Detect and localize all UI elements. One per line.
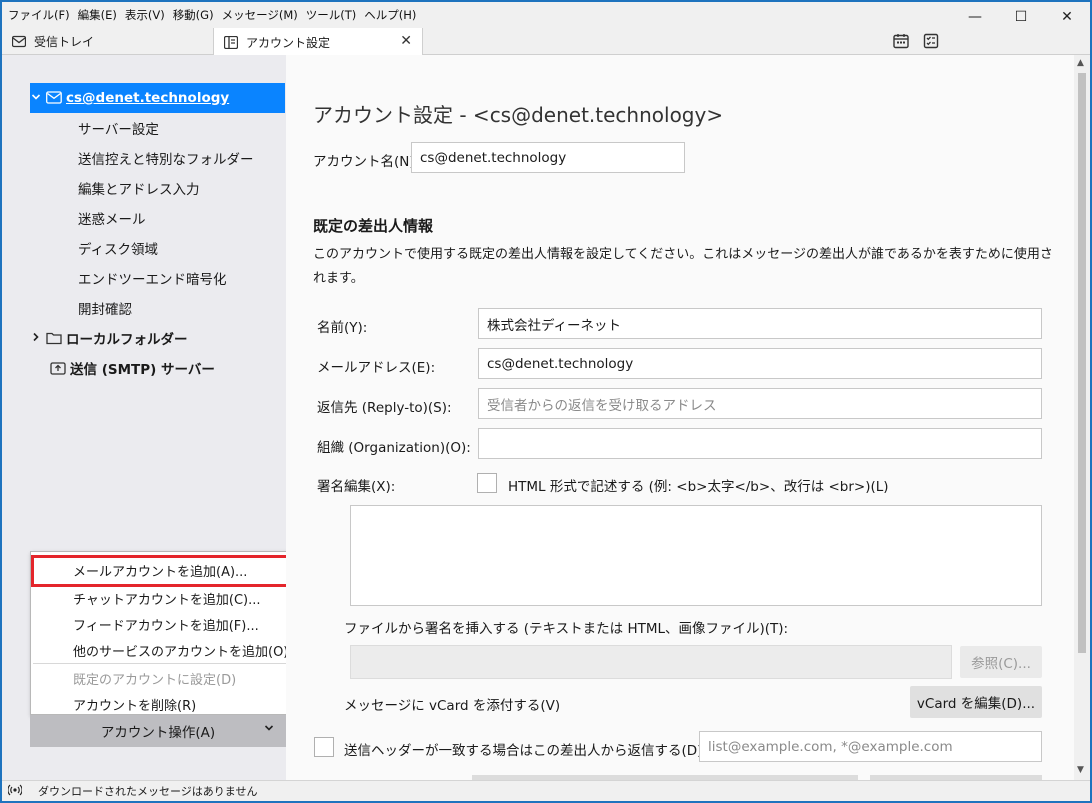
browse-button: 参照(C)...: [960, 646, 1042, 678]
signature-textarea[interactable]: [350, 505, 1042, 606]
signature-label: 署名編集(X):: [317, 479, 396, 495]
envelope-icon: [11, 35, 27, 48]
organization-label: 組織 (Organization)(O):: [317, 440, 471, 456]
replyto-label: 返信先 (Reply-to)(S):: [317, 400, 452, 416]
account-name-field[interactable]: cs@denet.technology: [411, 142, 685, 173]
edit-vcard-button[interactable]: vCard を編集(D)...: [910, 686, 1042, 718]
account-node-local-folders[interactable]: ローカルフォルダー: [30, 323, 188, 353]
page-title: アカウント設定 - <cs@denet.technology>: [313, 103, 724, 127]
scroll-down-icon[interactable]: ▼: [1077, 765, 1084, 775]
menu-file[interactable]: ファイル(F): [2, 7, 74, 23]
html-signature-checkbox[interactable]: [477, 473, 497, 493]
menu-message[interactable]: メッセージ(M): [218, 7, 302, 23]
vcard-label: メッセージに vCard を添付する(V): [344, 698, 561, 714]
chevron-down-icon[interactable]: [30, 92, 42, 105]
sidebar-item-copies-folders[interactable]: 送信控えと特別なフォルダー: [78, 143, 254, 173]
account-node-cs[interactable]: cs@denet.technology: [30, 83, 285, 113]
identity-description: このアカウントで使用する既定の差出人情報を設定してください。これはメッセージの差…: [313, 247, 1053, 286]
calendar-icon[interactable]: [892, 32, 910, 50]
sidebar-item-junk[interactable]: 迷惑メール: [78, 203, 146, 233]
settings-page-icon: [223, 35, 239, 49]
account-email-label: cs@denet.technology: [66, 90, 230, 106]
tab-bar-tools: [892, 32, 940, 50]
menu-bar: ファイル(F) 編集(E) 表示(V) 移動(G) メッセージ(M) ツール(T…: [2, 2, 1090, 28]
main-scrollbar[interactable]: ▲ ▼: [1074, 55, 1090, 780]
tasks-icon[interactable]: [922, 32, 940, 50]
envelope-icon: [46, 91, 62, 105]
reply-from-header-checkbox[interactable]: [314, 737, 334, 757]
sidebar-item-return-receipts[interactable]: 開封確認: [78, 293, 132, 323]
name-label: 名前(Y):: [317, 320, 368, 336]
menu-view[interactable]: 表示(V): [121, 7, 169, 23]
smtp-label: 送信 (SMTP) サーバー: [70, 362, 215, 378]
reply-from-header-field[interactable]: list@example.com, *@example.com: [699, 731, 1042, 762]
replyto-field[interactable]: 受信者からの返信を受け取るアドレス: [478, 388, 1042, 419]
tab-inbox-label: 受信トレイ: [34, 35, 95, 49]
menu-tools[interactable]: ツール(T): [302, 7, 361, 23]
tab-bar: 受信トレイ アカウント設定 ✕: [2, 28, 1090, 56]
account-settings-pane: アカウント設定 - <cs@denet.technology> アカウント名(N…: [286, 55, 1074, 780]
account-name-label: アカウント名(N):: [313, 154, 420, 170]
sidebar-item-e2e-encryption[interactable]: エンドツーエンド暗号化: [78, 263, 227, 293]
chevron-right-icon[interactable]: [30, 332, 42, 345]
tab-account-settings-label: アカウント設定: [246, 35, 331, 50]
tab-account-settings[interactable]: アカウント設定 ✕: [213, 28, 423, 56]
menu-edit[interactable]: 編集(E): [74, 7, 121, 23]
menu-help[interactable]: ヘルプ(H): [360, 7, 420, 23]
scroll-thumb[interactable]: [1078, 73, 1086, 653]
sidebar-item-disk-space[interactable]: ディスク領域: [78, 233, 158, 263]
sidebar-item-server-settings[interactable]: サーバー設定: [78, 113, 159, 143]
scroll-up-icon[interactable]: ▲: [1077, 58, 1084, 68]
account-node-smtp[interactable]: 送信 (SMTP) サーバー: [50, 353, 215, 383]
signature-file-label: ファイルから署名を挿入する (テキストまたは HTML、画像ファイル)(T):: [344, 621, 789, 637]
chevron-down-icon: [264, 723, 274, 736]
account-actions-button[interactable]: アカウント操作(A): [30, 715, 286, 747]
thunderbird-window: ファイル(F) 編集(E) 表示(V) 移動(G) メッセージ(M) ツール(T…: [2, 2, 1090, 801]
status-text: ダウンロードされたメッセージはありません: [38, 785, 258, 798]
reply-from-header-label: 送信ヘッダーが一致する場合はこの差出人から返信する(D):: [344, 743, 707, 759]
html-signature-label: HTML 形式で記述する (例: <b>太字</b>、改行は <br>)(L): [508, 479, 889, 495]
email-field[interactable]: cs@denet.technology: [478, 348, 1042, 379]
connection-icon: [7, 784, 23, 799]
account-actions-label: アカウント操作(A): [100, 725, 216, 741]
close-icon[interactable]: ✕: [400, 33, 412, 49]
sidebar-item-composition[interactable]: 編集とアドレス入力: [78, 173, 200, 203]
outgoing-server-icon: [50, 361, 66, 375]
email-label: メールアドレス(E):: [317, 360, 436, 376]
status-bar: ダウンロードされたメッセージはありません: [2, 780, 1090, 801]
local-folders-label: ローカルフォルダー: [66, 332, 188, 348]
signature-file-field: [350, 645, 952, 679]
tab-inbox[interactable]: 受信トレイ: [2, 28, 212, 55]
section-title-identity: 既定の差出人情報: [313, 217, 434, 235]
organization-field[interactable]: [478, 428, 1042, 459]
menu-go[interactable]: 移動(G): [169, 7, 218, 23]
name-field[interactable]: 株式会社ディーネット: [478, 308, 1042, 339]
folder-icon: [46, 331, 62, 345]
